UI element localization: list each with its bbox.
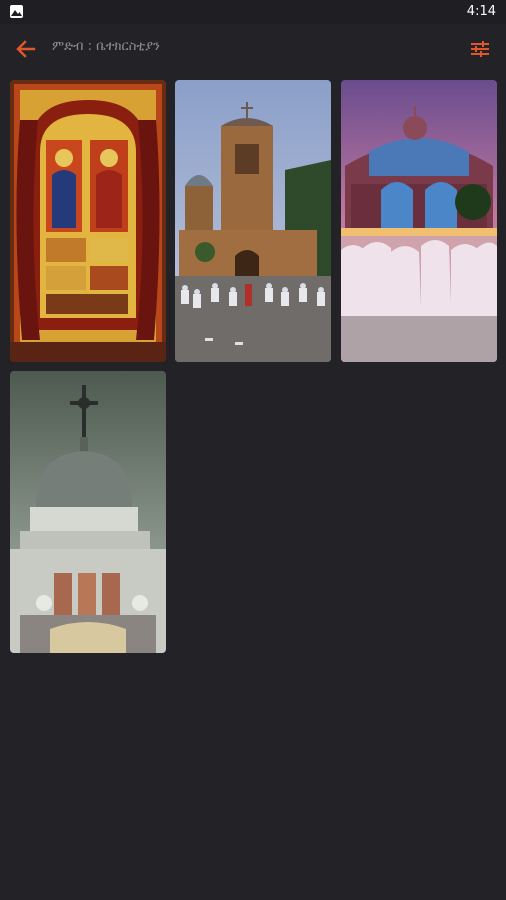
domed-cathedral-night-photo (341, 80, 497, 362)
church-dome-cross-photo (10, 371, 166, 653)
arrow-left-icon (16, 40, 36, 58)
gallery-item-1[interactable] (10, 80, 166, 362)
image-icon (10, 5, 23, 18)
status-time: 4:14 (466, 4, 496, 19)
status-bar: 4:14 (0, 0, 506, 24)
page-title: ምድብ : ቤተክርስቲያን (52, 39, 160, 54)
gallery-item-2[interactable] (175, 80, 331, 362)
app-bar: ምድብ : ቤተክርስቲያን (0, 24, 506, 74)
gallery-item-3[interactable] (341, 80, 497, 362)
back-button[interactable] (13, 37, 39, 61)
stone-church-photo (175, 80, 331, 362)
gallery-item-4[interactable] (10, 371, 166, 653)
filter-button[interactable] (468, 37, 492, 61)
icon-painting-photo (10, 80, 166, 362)
sliders-icon (471, 41, 489, 57)
